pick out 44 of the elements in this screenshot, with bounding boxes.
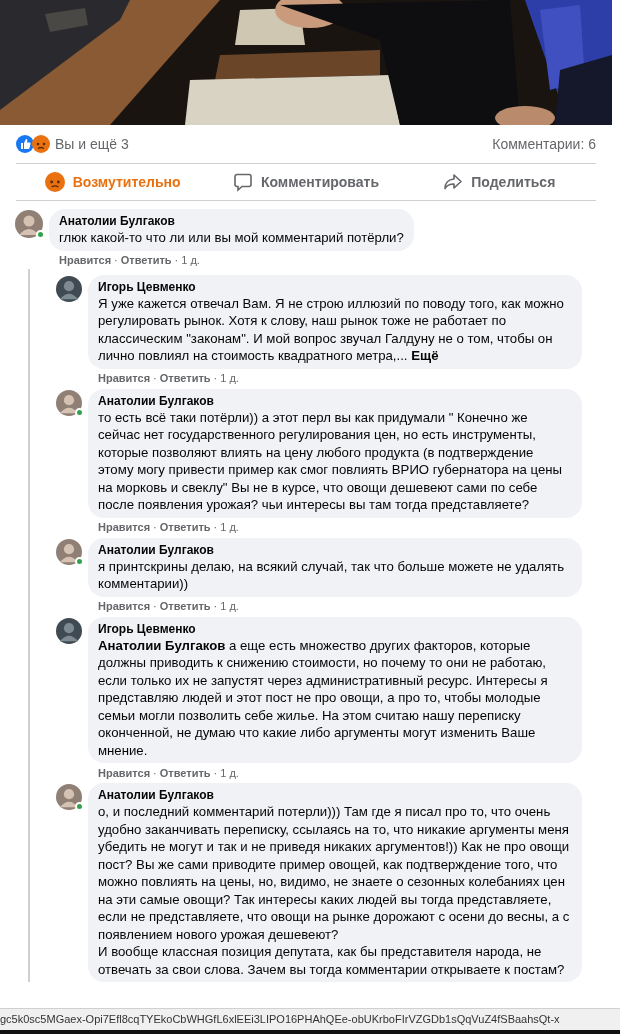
- reply-link[interactable]: Ответить: [120, 252, 172, 269]
- see-more-link[interactable]: Ещё: [411, 348, 439, 363]
- like-link[interactable]: Нравится: [98, 598, 151, 615]
- like-link[interactable]: Нравится: [98, 519, 151, 536]
- comment-text: глюк какой-то что ли или вы мой комментарий потёрли?: [59, 229, 404, 247]
- separator-dot: ·: [212, 371, 219, 387]
- reply-link[interactable]: Ответить: [159, 598, 211, 615]
- comment-time[interactable]: 1 д.: [220, 598, 239, 615]
- like-link[interactable]: Нравится: [98, 370, 151, 387]
- action-button[interactable]: Возмутительно: [16, 166, 210, 198]
- comment-text: то есть всё таки потёрли)) а этот перл вы как придумали " Конечно же сейчас нет государственного регулирования цен, но есть инструменты, которые позволяют влиять на цену любого продукта (в подтверждение этому могу привести пример как смог повлиять ВРИО губернатора на цены на морковь и свеклу" Вы не в курсе, что овощи дешевеют сами по себе после появления урожая? чьи интересы вы там тогда представляете?: [98, 408, 564, 514]
- separator-dot: ·: [152, 520, 158, 536]
- reply-link[interactable]: Ответить: [159, 764, 211, 782]
- separator-dot: ·: [152, 599, 158, 615]
- action-button[interactable]: Поделиться: [402, 166, 596, 198]
- comment-time[interactable]: 1 д.: [181, 252, 200, 269]
- separator-dot: ·: [212, 599, 219, 615]
- like-link[interactable]: Нравится: [59, 252, 112, 269]
- separator-dot: ·: [113, 253, 119, 269]
- separator-dot: ·: [152, 371, 158, 387]
- comment-author[interactable]: Анатолии Булгаков: [59, 214, 404, 229]
- action-button[interactable]: Комментировать: [209, 166, 403, 198]
- separator-dot: ·: [212, 520, 219, 536]
- comment-author[interactable]: Анатолии Булгаков: [98, 542, 572, 558]
- comment-author[interactable]: Игорь Цевменко: [98, 279, 572, 295]
- comment-time[interactable]: 1 д.: [220, 519, 239, 536]
- comment-text: я принтскрины делаю, на всякий случай, так что больше можете не удалять комментарии)): [98, 557, 566, 593]
- status-bar-url: gc5k0sc5MGaex-Opi7Efl8cqTYEkoCbWHGfL6xlEEi3LIPO16PHAhQEe-obUKrboFIrVZGDb1sQqVuZ4fSBaahsQt-x: [0, 1008, 620, 1030]
- comment-time[interactable]: 1 д.: [220, 370, 239, 387]
- separator-dot: ·: [212, 765, 219, 781]
- comment-text: Я уже кажется отвечал Вам. Я не строю иллюзий по поводу того, как можно регулировать рынок. Хотя к слову, наш рынок тоже не работает по классическим "законам". И мой вопрос звучал Галдуну не о том, чтобы он лично повлиял на стоимость квадратного метра,... Ещё: [98, 294, 565, 365]
- separator-dot: ·: [152, 765, 158, 781]
- comment-time[interactable]: 1 д.: [220, 764, 239, 782]
- like-link[interactable]: Нравится: [98, 764, 151, 782]
- reply-link[interactable]: Ответить: [159, 370, 211, 387]
- comment-author[interactable]: Анатолии Булгаков: [98, 393, 572, 409]
- reaction-summary[interactable]: Вы и ещё 3: [55, 133, 129, 155]
- comment-author[interactable]: Анатолии Булгаков: [98, 788, 572, 803]
- comment-author[interactable]: Игорь Цевменко: [98, 621, 572, 637]
- comment-text: Анатолии Булгаков а еще есть множество других факторов, которые должны приводить к снижению стоимости, но почему то они не работаю, если только их не запустят через административный ресурс. Интересы я представляю людей и этот пост не про овощи, а про то, чтобы молодые семьи могли позволить себе жилье. На этом считаю нашу переписку оконченной, не думаю что какие либо аргументы могут изменить Ваше мнение.: [98, 636, 549, 759]
- separator-dot: ·: [173, 253, 180, 269]
- reply-link[interactable]: Ответить: [159, 519, 211, 536]
- comment-text: о, и последний комментарий потерли))) Там где я писал про то, что очень удобно заканчивать переписку, ссылаясь на то, что никакие аргументы меня убедить не могут и так и не приведя никаких аргументов!)) Как не про овощи пост? Вы же сами приводите пример овощей, как подтверждение того, что можно повлиять на цены, но, видимо, не знаете о сезонных колебаниях цен на эти самые овощи? Так интересы каких людей вы тогда представляете, если не представляете, что овощи на рынке дорожают с осени до весны, а с появлением нового урожая дешевеют? И вообще классная позиция депутата, как бы представителя народа, не отвечать за свои слова. Зачем вы тогда комментарии открываете к постам?: [98, 803, 571, 978]
- comments-count[interactable]: Комментарии: 6: [492, 133, 596, 155]
